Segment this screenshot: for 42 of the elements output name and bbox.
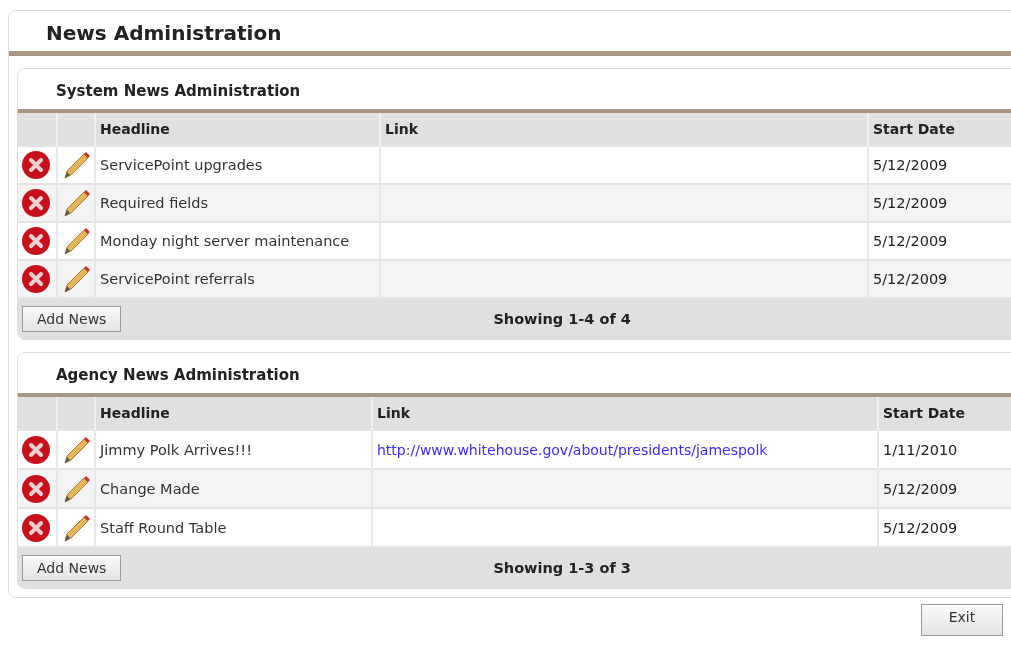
date-cell: 5/12/2009 xyxy=(873,233,948,249)
headline-cell: ServicePoint referrals xyxy=(100,271,255,287)
add-news-button[interactable]: Add News xyxy=(22,306,122,332)
date-cell: 1/11/2010 xyxy=(883,441,958,458)
row-count: Showing 1-4 of 4 xyxy=(493,311,631,327)
pencil-icon[interactable] xyxy=(61,473,91,504)
panel-title: System News Administration xyxy=(18,69,1011,109)
add-news-button[interactable]: Add News xyxy=(22,555,122,581)
pencil-icon[interactable] xyxy=(61,434,91,465)
column-header: Link xyxy=(385,121,418,137)
delete-icon[interactable] xyxy=(21,188,51,218)
column-header: Start Date xyxy=(873,121,955,137)
headline-cell: Change Made xyxy=(100,480,200,497)
page-title: News Administration xyxy=(45,20,283,47)
headline-cell: Jimmy Polk Arrives!!! xyxy=(100,441,252,458)
delete-icon[interactable] xyxy=(21,264,51,294)
pencil-icon[interactable] xyxy=(61,226,91,256)
headline-cell: Monday night server maintenance xyxy=(100,233,350,249)
delete-icon[interactable] xyxy=(21,512,51,543)
pencil-icon[interactable] xyxy=(61,150,91,180)
exit-button[interactable]: Exit xyxy=(921,604,1003,636)
date-cell: 5/12/2009 xyxy=(873,157,948,173)
panel-title: Agency News Administration xyxy=(18,353,1011,393)
headline-cell: Staff Round Table xyxy=(100,519,227,536)
pencil-icon[interactable] xyxy=(61,188,91,218)
headline-cell: ServicePoint upgrades xyxy=(100,157,263,173)
pencil-icon[interactable] xyxy=(61,264,91,294)
column-header: Link xyxy=(377,405,410,421)
pencil-icon[interactable] xyxy=(61,512,91,543)
row-count: Showing 1-3 of 3 xyxy=(493,560,631,576)
column-header: Headline xyxy=(100,121,170,137)
date-cell: 5/12/2009 xyxy=(883,480,958,497)
date-cell: 5/12/2009 xyxy=(873,271,948,287)
column-header: Headline xyxy=(100,405,170,421)
delete-icon[interactable] xyxy=(21,226,51,256)
delete-icon[interactable] xyxy=(21,434,51,465)
delete-icon[interactable] xyxy=(21,473,51,504)
date-cell: 5/12/2009 xyxy=(873,195,948,211)
date-cell: 5/12/2009 xyxy=(883,519,958,536)
headline-cell: Required fields xyxy=(100,195,208,211)
delete-icon[interactable] xyxy=(21,150,51,180)
column-header: Start Date xyxy=(883,405,965,421)
